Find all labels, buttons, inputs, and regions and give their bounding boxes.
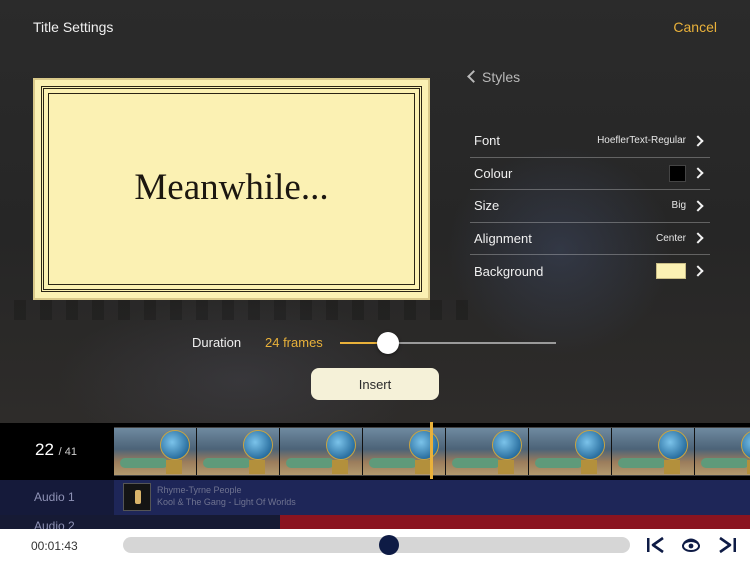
- filmstrip-frame: [280, 428, 363, 475]
- skip-to-start-icon[interactable]: [645, 535, 667, 555]
- duration-slider-knob[interactable]: [376, 332, 399, 354]
- styles-back-button[interactable]: Styles: [467, 69, 521, 85]
- cancel-button[interactable]: Cancel: [673, 19, 717, 35]
- setting-row-background[interactable]: Background: [470, 255, 710, 288]
- setting-value: Center: [655, 232, 686, 244]
- filmstrip-frame: [529, 428, 612, 475]
- setting-row-alignment[interactable]: Alignment Center: [470, 223, 710, 255]
- background-decoration: [0, 300, 470, 320]
- setting-row-font[interactable]: Font HoeflerText-Regular: [470, 125, 710, 158]
- stand-graphic: [581, 460, 597, 474]
- filmstrip-frame: [695, 428, 750, 475]
- timeline-playhead[interactable]: [430, 422, 433, 479]
- setting-value: Big: [671, 200, 686, 212]
- setting-label: Size: [474, 198, 500, 214]
- filmstrip-frame: [114, 428, 197, 475]
- setting-label: Font: [474, 133, 501, 149]
- toy-graphic: [535, 458, 583, 468]
- chevron-left-icon: [467, 70, 480, 83]
- settings-list: Font HoeflerText-Regular Colour Size Big…: [470, 125, 710, 288]
- toy-graphic: [286, 458, 334, 468]
- filmstrip-frame: [363, 428, 446, 475]
- duration-label: Duration: [192, 335, 242, 350]
- scrub-bar[interactable]: [123, 537, 630, 553]
- page-title: Title Settings: [33, 19, 114, 35]
- current-frame: 22: [35, 440, 54, 459]
- globe-graphic: [160, 430, 190, 460]
- filmstrip-frame: [197, 428, 280, 475]
- setting-label: Background: [474, 263, 544, 279]
- setting-row-size[interactable]: Size Big: [470, 190, 710, 223]
- globe-graphic: [492, 430, 522, 460]
- stand-graphic: [664, 460, 680, 474]
- setting-value: HoeflerText-Regular: [597, 135, 686, 147]
- album-art: [123, 483, 151, 511]
- title-card-text: Meanwhile...: [134, 167, 329, 208]
- toy-graphic: [120, 458, 168, 468]
- toy-graphic: [618, 458, 666, 468]
- stand-graphic: [332, 460, 348, 474]
- globe-graphic: [658, 430, 688, 460]
- chevron-right-icon: [692, 167, 704, 179]
- toy-graphic: [452, 458, 500, 468]
- filmstrip-frame: [612, 428, 695, 475]
- playback-time: 00:01:43: [31, 539, 78, 553]
- chevron-right-icon: [692, 232, 704, 244]
- globe-graphic: [409, 430, 439, 460]
- toy-graphic: [203, 458, 251, 468]
- total-frames: / 41: [58, 446, 78, 458]
- setting-label: Colour: [474, 165, 513, 181]
- duration-value: 24 frames: [265, 335, 323, 350]
- audio-artist: Rhyme-Tyrne People: [157, 485, 242, 495]
- toy-graphic: [369, 458, 417, 468]
- stand-graphic: [166, 460, 182, 474]
- globe-graphic: [326, 430, 356, 460]
- frame-counter: 22 / 41: [35, 440, 77, 460]
- globe-graphic: [741, 430, 750, 460]
- title-card-preview: Meanwhile...: [33, 78, 430, 300]
- toy-graphic: [701, 458, 749, 468]
- setting-label: Alignment: [474, 230, 532, 246]
- insert-button[interactable]: Insert: [311, 368, 439, 400]
- chevron-right-icon: [692, 200, 704, 212]
- chevron-right-icon: [692, 265, 704, 277]
- stand-graphic: [498, 460, 514, 474]
- colour-swatch: [669, 164, 686, 182]
- globe-graphic: [243, 430, 273, 460]
- styles-back-label: Styles: [482, 69, 521, 85]
- chevron-right-icon: [692, 135, 704, 147]
- duration-slider-track[interactable]: [340, 342, 556, 344]
- background-swatch: [656, 263, 686, 280]
- audio-song-title: Kool & The Gang - Light Of Worlds: [157, 497, 296, 507]
- stand-graphic: [249, 460, 265, 474]
- globe-graphic: [575, 430, 605, 460]
- skip-to-end-icon[interactable]: [716, 535, 738, 555]
- setting-row-colour[interactable]: Colour: [470, 158, 710, 190]
- filmstrip-frame: [446, 428, 529, 475]
- audio-track-label: Audio 1: [34, 490, 75, 504]
- eye-icon[interactable]: [680, 535, 702, 555]
- stand-graphic: [415, 460, 431, 474]
